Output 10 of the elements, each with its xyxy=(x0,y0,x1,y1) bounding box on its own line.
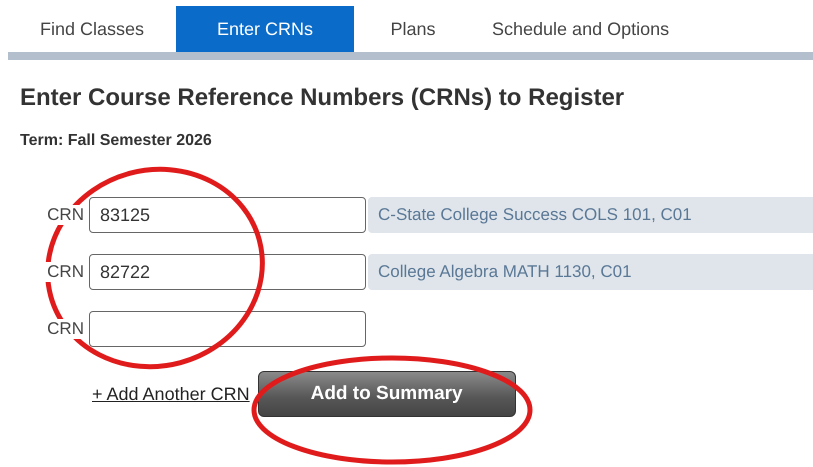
crn-input-field[interactable] xyxy=(89,311,366,347)
course-description: College Algebra MATH 1130, C01 xyxy=(368,254,813,290)
add-crn-link[interactable]: + Add Another CRN xyxy=(92,384,250,404)
add-to-summary-button[interactable]: Add to Summary xyxy=(258,371,516,417)
crn-input-field[interactable]: 83125 xyxy=(89,197,366,233)
page-title: Enter Course Reference Numbers (CRNs) to Register xyxy=(20,84,626,112)
tab[interactable]: Enter CRNs xyxy=(176,6,354,52)
crn-input-field[interactable]: 82722 xyxy=(89,254,366,290)
course-description: C-State College Success COLS 101, C01 xyxy=(368,197,813,233)
term-label: Term: Fall Semester 2026 xyxy=(20,132,213,150)
